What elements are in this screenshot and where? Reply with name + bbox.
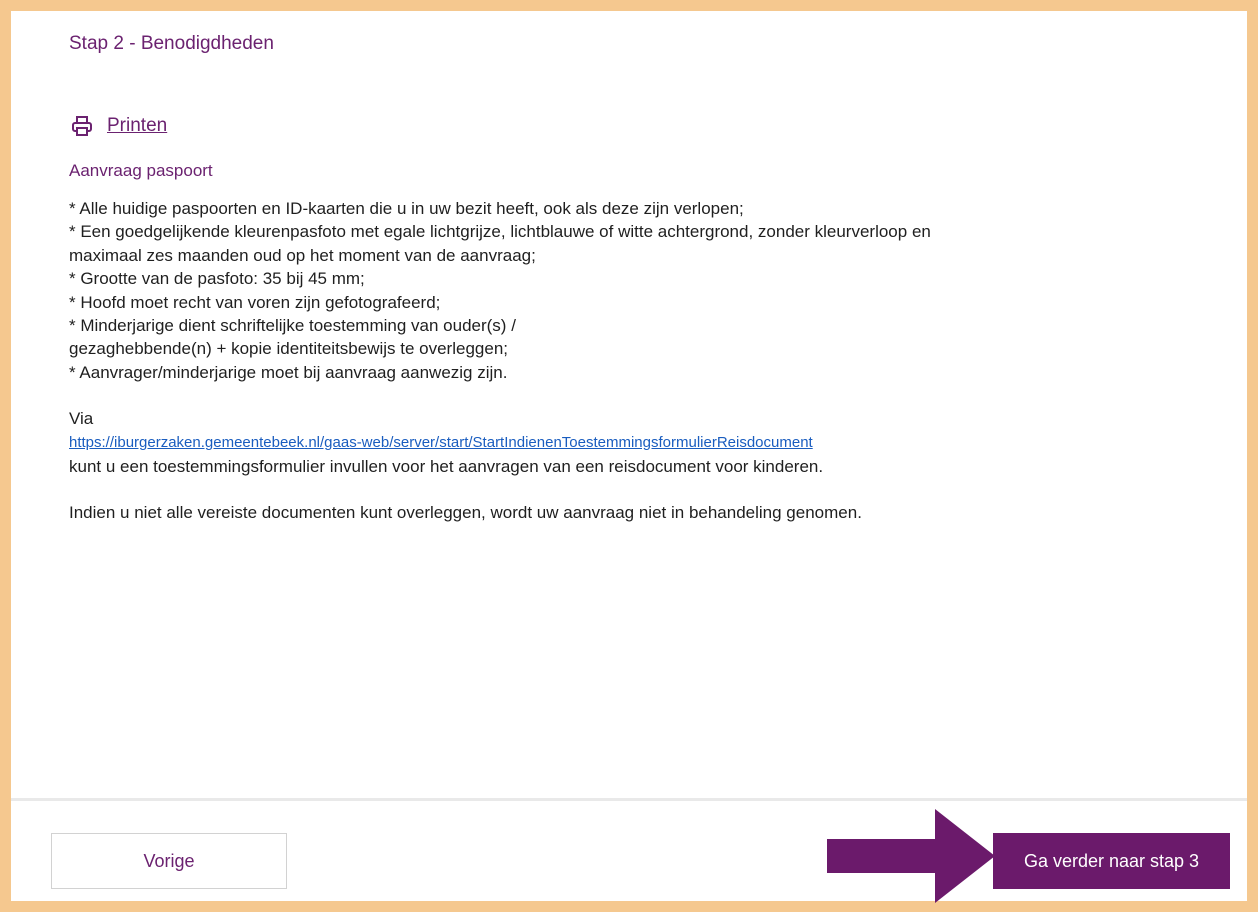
requirement-line: * Minderjarige dient schriftelijke toest… [69, 316, 516, 336]
step-title: Stap 2 - Benodigdheden [69, 33, 274, 54]
previous-button[interactable]: Vorige [51, 833, 287, 889]
section-title: Aanvraag paspoort [69, 161, 213, 180]
via-description: kunt u een toestemmingsformulier invulle… [69, 456, 824, 476]
arrow-right-icon [827, 809, 995, 903]
page-frame: Stap 2 - Benodigdheden Printen Aanvraag … [11, 11, 1247, 903]
next-step-button[interactable]: Ga verder naar stap 3 [993, 833, 1230, 889]
printer-icon[interactable] [71, 115, 93, 137]
requirement-line: * Aanvrager/minderjarige moet bij aanvra… [69, 362, 508, 382]
print-action[interactable]: Printen [71, 115, 167, 137]
notice-text: Indien u niet alle vereiste documenten k… [69, 503, 862, 523]
requirement-line: * Alle huidige paspoorten en ID-kaarten … [69, 199, 744, 218]
requirement-line: * Grootte van de pasfoto: 35 bij 45 mm; [69, 269, 365, 289]
requirement-line: * Hoofd moet recht van voren zijn gefoto… [69, 292, 441, 312]
print-link[interactable]: Printen [107, 115, 167, 137]
footer-bar: Vorige Ga verder naar stap 3 [11, 798, 1247, 903]
consent-form-link[interactable]: https://iburgerzaken.gemeentebeek.nl/gaa… [69, 431, 1189, 455]
requirement-line: maximaal zes maanden oud op het moment v… [69, 245, 536, 265]
requirement-line: * Een goedgelijkende kleurenpasfoto met … [69, 222, 931, 242]
requirement-line: gezaghebbende(n) + kopie identiteitsbewi… [69, 339, 508, 359]
via-label: Via [69, 409, 94, 429]
requirements-content: * Alle huidige paspoorten en ID-kaarten … [69, 197, 1189, 524]
